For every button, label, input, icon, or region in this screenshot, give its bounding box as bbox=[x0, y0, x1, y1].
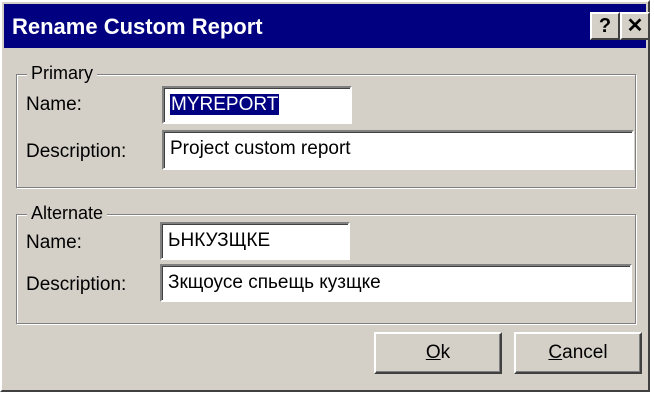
cancel-label-rest: ancel bbox=[562, 342, 608, 363]
primary-name-field[interactable]: MYREPORT bbox=[162, 86, 352, 124]
alternate-name-field[interactable]: ЬНКУЗЩКЕ bbox=[160, 222, 350, 260]
cancel-accelerator: C bbox=[548, 342, 563, 363]
primary-name-value: MYREPORT bbox=[170, 94, 280, 115]
ok-label-rest: k bbox=[440, 342, 451, 363]
alternate-description-label: Description: bbox=[26, 274, 127, 295]
rename-dialog: Rename Custom Report ? ✕ Primary Name: M… bbox=[0, 0, 650, 392]
alternate-name-label: Name: bbox=[26, 232, 82, 253]
window-title: Rename Custom Report bbox=[12, 14, 263, 39]
primary-name-label: Name: bbox=[26, 94, 82, 115]
title-bar[interactable]: Rename Custom Report ? ✕ bbox=[4, 4, 650, 48]
cancel-button[interactable]: Cancel bbox=[514, 332, 642, 374]
alternate-legend: Alternate bbox=[27, 203, 108, 224]
alternate-description-field[interactable]: Зкщоусе спьещь кузщке bbox=[160, 264, 632, 302]
help-button[interactable]: ? bbox=[590, 12, 620, 40]
close-button[interactable]: ✕ bbox=[620, 12, 650, 40]
ok-button[interactable]: Ok bbox=[374, 332, 502, 374]
ok-accelerator: O bbox=[425, 342, 441, 363]
primary-legend: Primary bbox=[27, 63, 97, 84]
primary-description-field[interactable]: Project custom report bbox=[162, 130, 634, 170]
primary-description-label: Description: bbox=[26, 141, 127, 162]
